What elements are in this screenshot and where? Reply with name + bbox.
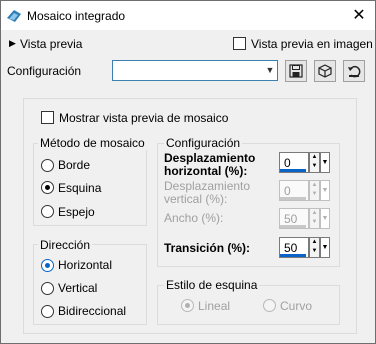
show-tile-preview-label: Mostrar vista previa de mosaico bbox=[59, 111, 229, 125]
width-input[interactable]: 50 bbox=[279, 208, 309, 229]
direction-radio-bidireccional[interactable] bbox=[41, 305, 54, 318]
direction-label-vertical: Vertical bbox=[58, 281, 98, 295]
h-offset-value: 0 bbox=[284, 156, 291, 170]
method-label-borde: Borde bbox=[58, 158, 91, 172]
h-offset-spinner[interactable]: ▲ ▼ bbox=[309, 152, 320, 173]
method-label-espejo: Espejo bbox=[58, 205, 95, 219]
method-radio-espejo[interactable] bbox=[41, 205, 54, 218]
transition-slider-fill bbox=[280, 254, 306, 257]
direction-label-bidireccional: Bidireccional bbox=[58, 304, 127, 318]
direction-title: Dirección bbox=[38, 238, 93, 252]
direction-radio-horizontal[interactable] bbox=[41, 259, 54, 272]
chevron-down-icon: ▼ bbox=[262, 61, 277, 80]
config-group-title: Configuración bbox=[164, 136, 243, 150]
width-dropdown[interactable]: ▼ bbox=[320, 208, 330, 229]
h-offset-label-line2: horizontal (%): bbox=[164, 164, 248, 178]
v-offset-dropdown[interactable]: ▼ bbox=[320, 180, 330, 201]
window-title: Mosaico integrado bbox=[27, 9, 126, 23]
app-icon bbox=[6, 8, 22, 24]
preview-in-image-label: Vista previa en imagen bbox=[251, 37, 373, 51]
corner-style-title: Estilo de esquina bbox=[164, 278, 260, 292]
v-offset-spinner[interactable]: ▲ ▼ bbox=[309, 180, 320, 201]
corner-label-curvo: Curvo bbox=[280, 299, 313, 313]
width-slider-fill bbox=[280, 225, 306, 228]
h-offset-input[interactable]: 0 bbox=[279, 152, 309, 173]
method-radio-esquina[interactable] bbox=[41, 181, 54, 194]
direction-label-horizontal: Horizontal bbox=[58, 258, 113, 272]
v-offset-label-line1: Desplazamiento bbox=[164, 179, 251, 193]
transition-dropdown[interactable]: ▼ bbox=[320, 237, 330, 258]
reset-icon bbox=[348, 65, 361, 78]
save-icon bbox=[289, 64, 303, 78]
config-label: Configuración bbox=[7, 64, 82, 78]
h-offset-slider-fill bbox=[280, 169, 306, 172]
config-preset-select[interactable]: ▼ bbox=[112, 60, 278, 81]
method-label-esquina: Esquina bbox=[58, 181, 102, 195]
width-spinner[interactable]: ▲ ▼ bbox=[309, 208, 320, 229]
preview-in-image-checkbox[interactable] bbox=[233, 37, 246, 50]
close-button[interactable]: ✕ bbox=[349, 6, 369, 26]
v-offset-slider-fill bbox=[280, 197, 306, 200]
corner-radio-lineal[interactable] bbox=[181, 299, 194, 312]
dialog-window: Mosaico integrado ✕ ▶ Vista previa Vista… bbox=[0, 0, 376, 344]
tile-method-title: Método de mosaico bbox=[38, 136, 147, 150]
transition-input[interactable]: 50 bbox=[279, 237, 309, 258]
width-label: Ancho (%): bbox=[164, 211, 224, 225]
corner-radio-curvo[interactable] bbox=[263, 299, 276, 312]
method-radio-borde[interactable] bbox=[41, 159, 54, 172]
expand-arrow-icon[interactable]: ▶ bbox=[9, 38, 16, 49]
presets-button[interactable] bbox=[314, 60, 336, 82]
preview-toggle[interactable]: Vista previa bbox=[20, 37, 82, 51]
title-bar: Mosaico integrado ✕ bbox=[1, 1, 375, 30]
show-tile-preview-checkbox[interactable] bbox=[41, 111, 54, 124]
v-offset-value: 0 bbox=[284, 184, 291, 198]
h-offset-label-line1: Desplazamiento bbox=[164, 151, 256, 165]
v-offset-label-line2: vertical (%): bbox=[164, 192, 228, 206]
transition-label: Transición (%): bbox=[164, 241, 251, 255]
h-offset-dropdown[interactable]: ▼ bbox=[320, 152, 330, 173]
transition-value: 50 bbox=[284, 241, 298, 255]
corner-label-lineal: Lineal bbox=[198, 299, 231, 313]
direction-radio-vertical[interactable] bbox=[41, 282, 54, 295]
transition-spinner[interactable]: ▲ ▼ bbox=[309, 237, 320, 258]
save-preset-button[interactable] bbox=[285, 60, 307, 82]
width-value: 50 bbox=[284, 212, 298, 226]
cube-icon bbox=[318, 64, 332, 78]
v-offset-input[interactable]: 0 bbox=[279, 180, 309, 201]
reset-button[interactable] bbox=[343, 60, 365, 82]
